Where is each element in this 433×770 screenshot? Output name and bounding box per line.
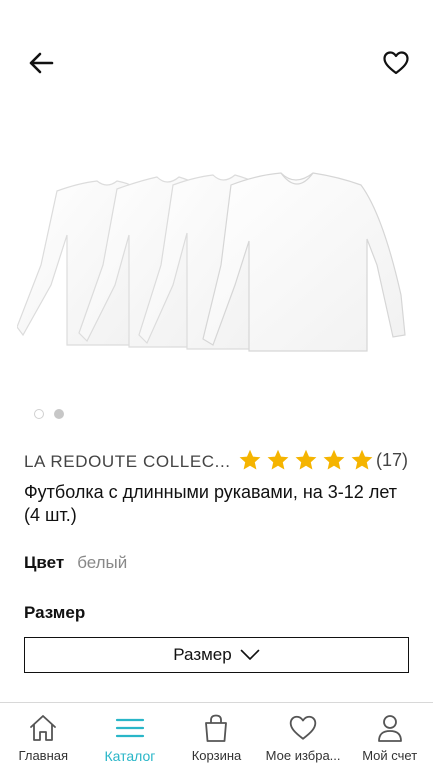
- bag-icon: [200, 712, 232, 744]
- star-icon: [295, 449, 317, 470]
- nav-label-cart: Корзина: [191, 748, 242, 763]
- star-icon: [239, 449, 261, 470]
- rating-stars[interactable]: (17): [238, 448, 408, 472]
- nav-label-favorites: Мое избра...: [265, 748, 341, 763]
- top-bar: [0, 0, 433, 124]
- user-icon: [374, 712, 406, 744]
- pagination-dot[interactable]: [34, 409, 44, 419]
- product-title: Футболка с длинными рукавами, на 3-12 ле…: [24, 482, 397, 525]
- gallery-pagination: [0, 409, 433, 421]
- product-image-gallery[interactable]: [0, 110, 433, 400]
- nav-label-home: Главная: [18, 748, 69, 763]
- arrow-left-icon: [29, 52, 54, 74]
- star-icon: [267, 449, 289, 470]
- nav-item-home[interactable]: Главная: [0, 703, 87, 770]
- nav-label-account: Мой счет: [362, 748, 418, 763]
- menu-icon: [114, 712, 146, 744]
- heart-outline-icon: [383, 51, 409, 75]
- brand-name[interactable]: LA REDOUTE COLLEC...: [24, 452, 229, 472]
- product-photo: [16, 172, 406, 352]
- star-icon: [351, 449, 373, 470]
- color-row: Цвет белый: [24, 553, 127, 575]
- bottom-navigation: Главная Каталог Корзина Мое избра... Мой…: [0, 702, 433, 770]
- nav-label-catalog: Каталог: [104, 748, 156, 764]
- back-button[interactable]: [24, 46, 58, 80]
- nav-item-account[interactable]: Мой счет: [346, 703, 433, 770]
- pagination-dot-active[interactable]: [54, 409, 64, 419]
- brand-rating-row: LA REDOUTE COLLEC... (17): [24, 448, 410, 474]
- nav-item-cart[interactable]: Корзина: [173, 703, 260, 770]
- size-select-label: Размер: [173, 645, 232, 664]
- color-label: Цвет: [24, 553, 65, 572]
- size-select[interactable]: Размер: [24, 637, 409, 673]
- chevron-down-icon: [240, 649, 260, 660]
- color-value: белый: [77, 553, 128, 572]
- rating-count: (17): [376, 449, 409, 470]
- nav-item-favorites[interactable]: Мое избра...: [260, 703, 347, 770]
- favorite-button[interactable]: [379, 46, 413, 80]
- home-icon: [27, 712, 59, 744]
- size-label: Размер: [24, 603, 86, 622]
- star-icon: [323, 449, 345, 470]
- heart-icon: [287, 712, 319, 744]
- nav-item-catalog[interactable]: Каталог: [87, 703, 174, 770]
